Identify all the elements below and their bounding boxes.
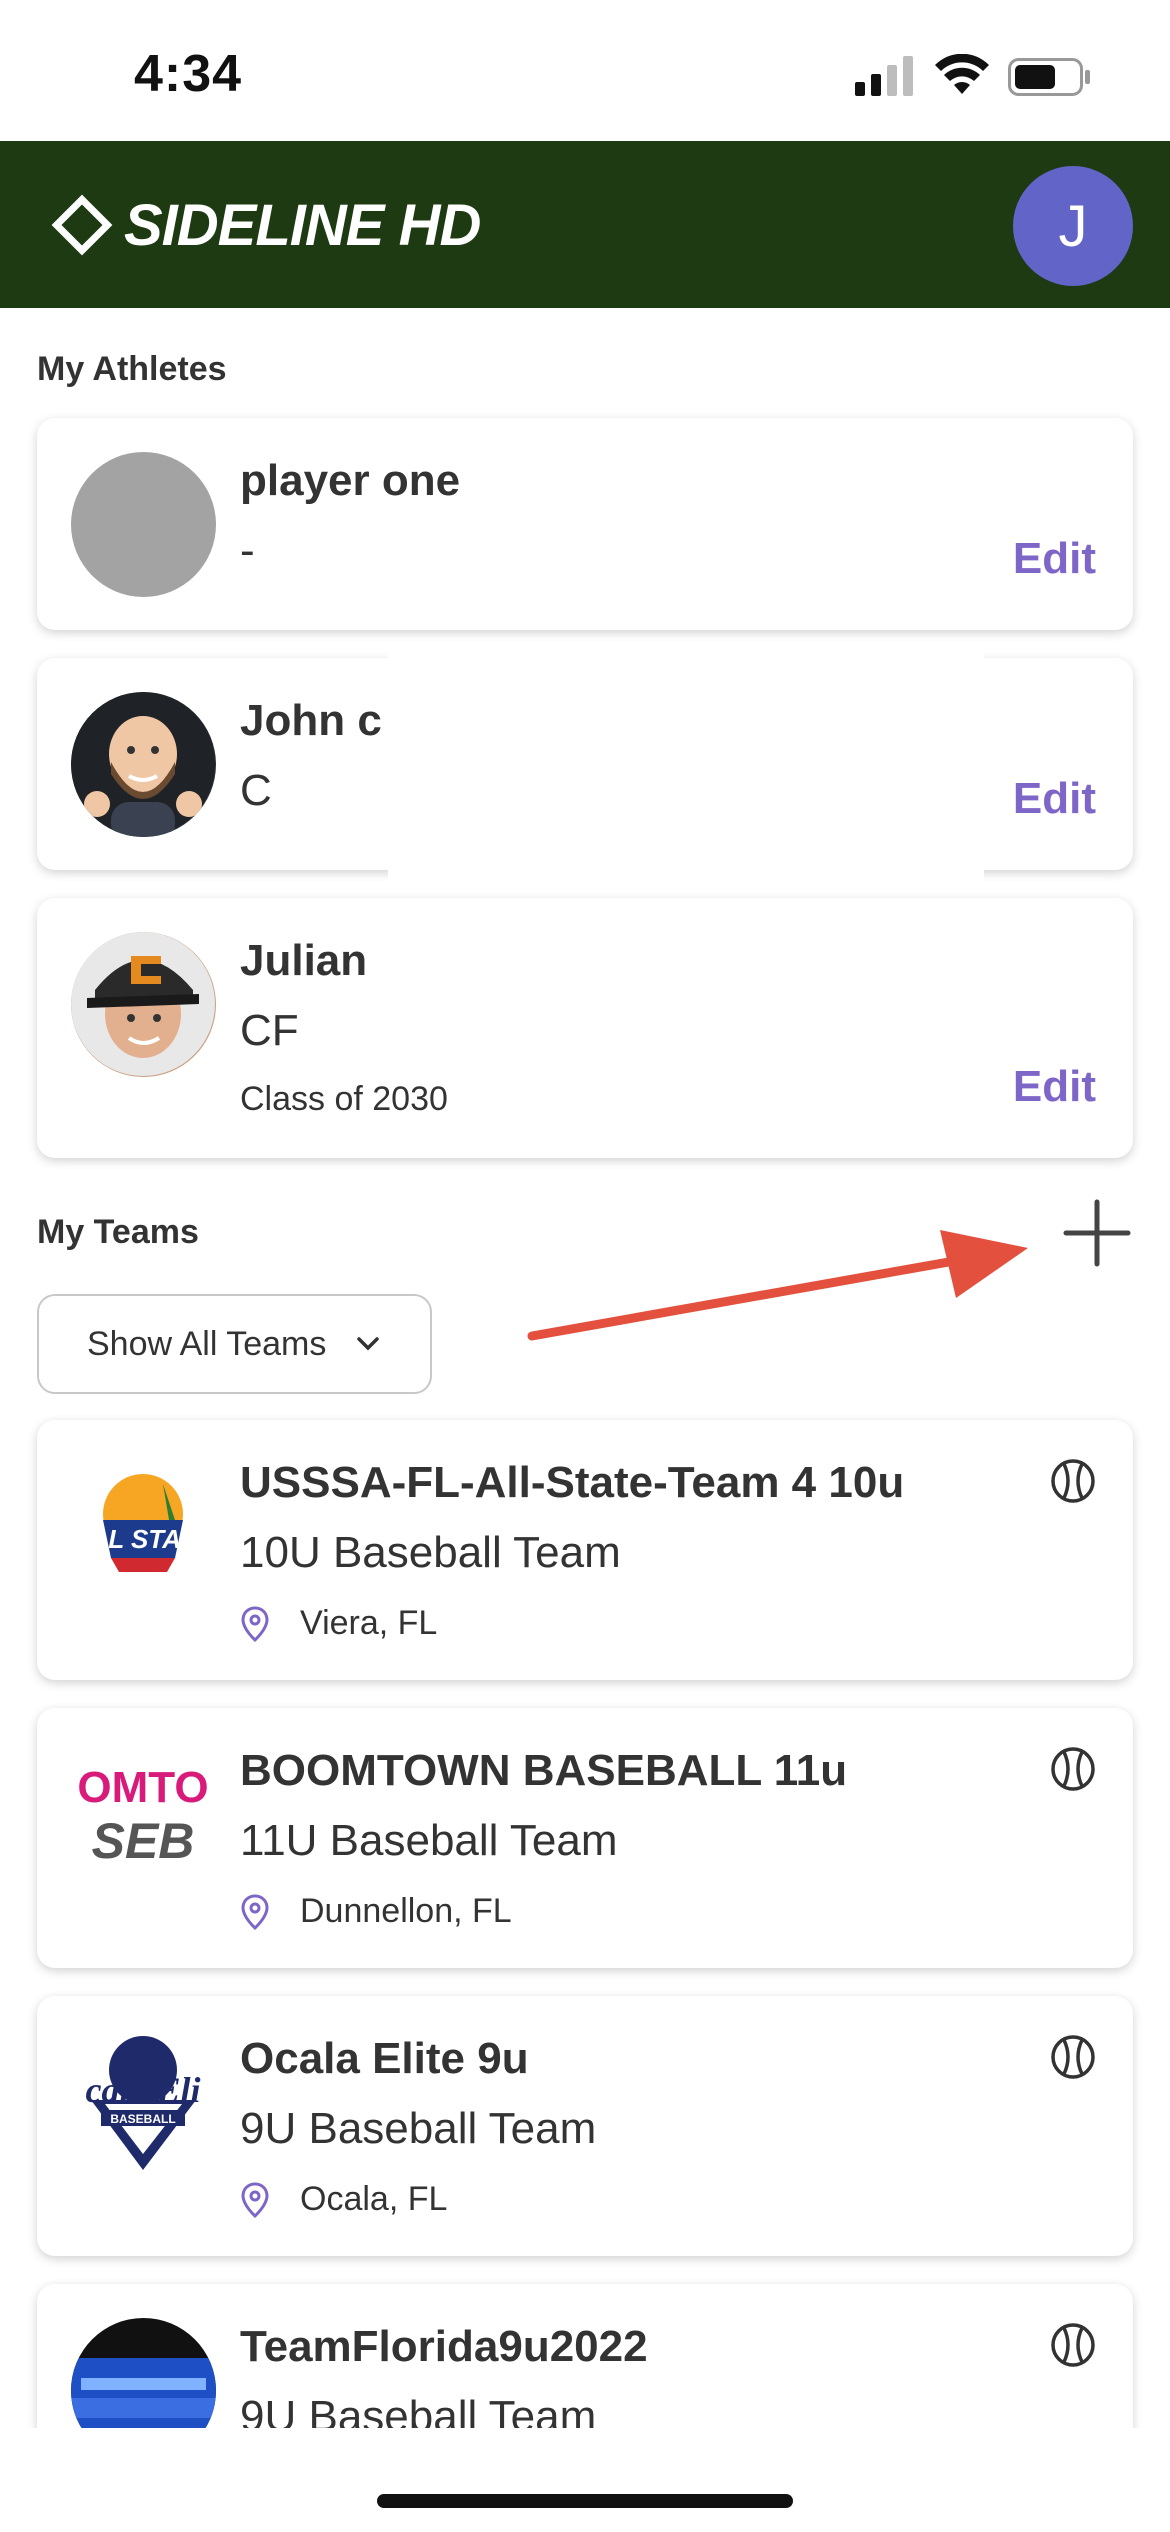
athlete-class-year: Class of 2030 bbox=[240, 1080, 448, 1118]
team-logo: cala Eli BASEBALL bbox=[71, 2030, 216, 2175]
athlete-position: - bbox=[240, 526, 255, 575]
team-filter-label: Show All Teams bbox=[87, 1324, 327, 1363]
athlete-position: C bbox=[240, 766, 272, 815]
team-location-text: Dunnellon, FL bbox=[300, 1892, 512, 1930]
baseball-icon bbox=[1051, 2035, 1095, 2079]
team-card[interactable]: OMTO SEB BOOMTOWN BASEBALL 11u 11U Baseb… bbox=[37, 1708, 1133, 1968]
team-filter-dropdown[interactable]: Show All Teams bbox=[37, 1294, 432, 1394]
location-pin-icon bbox=[241, 2181, 269, 2218]
edit-athlete-button[interactable]: Edit bbox=[1013, 1062, 1096, 1112]
plus-icon[interactable] bbox=[1062, 1198, 1132, 1268]
team-card[interactable]: cala Eli BASEBALL Ocala Elite 9u 9U Base… bbox=[37, 1996, 1133, 2256]
edit-athlete-button[interactable]: Edit bbox=[1013, 774, 1096, 824]
athlete-position: CF bbox=[240, 1006, 299, 1055]
team-name: Ocala Elite 9u bbox=[240, 2034, 529, 2083]
team-logo: ALL STATE bbox=[71, 1454, 216, 1599]
svg-text:SEB: SEB bbox=[92, 1813, 195, 1869]
athlete-name: Julian bbox=[240, 936, 368, 985]
svg-text:OMTO: OMTO bbox=[77, 1763, 208, 1812]
diamond-logo-icon bbox=[51, 194, 113, 256]
bottom-safe-area bbox=[0, 2428, 1170, 2532]
wifi-icon bbox=[935, 54, 989, 94]
overlay-panel bbox=[388, 650, 984, 900]
team-type: 11U Baseball Team bbox=[240, 1816, 618, 1865]
svg-text:BASEBALL: BASEBALL bbox=[110, 2112, 175, 2126]
location-pin-icon bbox=[241, 1605, 269, 1642]
brand-name: SIDELINE HD bbox=[124, 192, 481, 258]
baseball-icon bbox=[1051, 1747, 1095, 1791]
athlete-name: John c bbox=[240, 696, 382, 745]
brand-logo[interactable]: SIDELINE HD bbox=[50, 189, 481, 261]
team-location: Ocala, FL bbox=[240, 2180, 447, 2219]
team-type: 9U Baseball Team bbox=[240, 2104, 597, 2153]
team-name: USSSA-FL-All-State-Team 4 10u bbox=[240, 1458, 905, 1507]
user-avatar[interactable]: J bbox=[1013, 166, 1133, 286]
chevron-down-icon bbox=[357, 1337, 380, 1351]
athlete-avatar bbox=[71, 692, 216, 837]
battery-icon bbox=[1008, 58, 1090, 96]
baseball-icon bbox=[1051, 2323, 1095, 2367]
cellular-signal-icon bbox=[855, 56, 913, 96]
home-indicator[interactable] bbox=[377, 2494, 793, 2508]
team-logo: OMTO SEB bbox=[71, 1742, 216, 1887]
athlete-card[interactable]: player one - Edit bbox=[37, 418, 1133, 630]
my-athletes-heading: My Athletes bbox=[37, 350, 227, 388]
team-location-text: Ocala, FL bbox=[300, 2180, 448, 2218]
team-location-text: Viera, FL bbox=[300, 1604, 438, 1642]
team-card[interactable]: ALL STATE USSSA-FL-All-State-Team 4 10u … bbox=[37, 1420, 1133, 1680]
status-bar: 4:34 bbox=[0, 0, 1170, 141]
svg-text:ALL STATE: ALL STATE bbox=[73, 1524, 213, 1554]
team-name: TeamFlorida9u2022 bbox=[240, 2322, 648, 2371]
status-time: 4:34 bbox=[134, 45, 243, 103]
athlete-avatar bbox=[71, 932, 216, 1077]
svg-text:cala Eli: cala Eli bbox=[86, 2070, 201, 2110]
baseball-icon bbox=[1051, 1459, 1095, 1503]
annotation-arrow-icon bbox=[527, 1230, 1028, 1341]
team-location: Dunnellon, FL bbox=[240, 1892, 512, 1931]
edit-athlete-button[interactable]: Edit bbox=[1013, 534, 1096, 584]
athlete-name: player one bbox=[240, 456, 461, 505]
my-teams-heading: My Teams bbox=[37, 1213, 199, 1251]
athlete-card[interactable]: Julian CF Class of 2030 Edit bbox=[37, 898, 1133, 1158]
location-pin-icon bbox=[241, 1893, 269, 1930]
team-location: Viera, FL bbox=[240, 1604, 437, 1643]
team-name: BOOMTOWN BASEBALL 11u bbox=[240, 1746, 848, 1795]
athlete-avatar bbox=[71, 452, 216, 597]
app-header: SIDELINE HD J bbox=[0, 141, 1170, 308]
team-type: 10U Baseball Team bbox=[240, 1528, 621, 1577]
